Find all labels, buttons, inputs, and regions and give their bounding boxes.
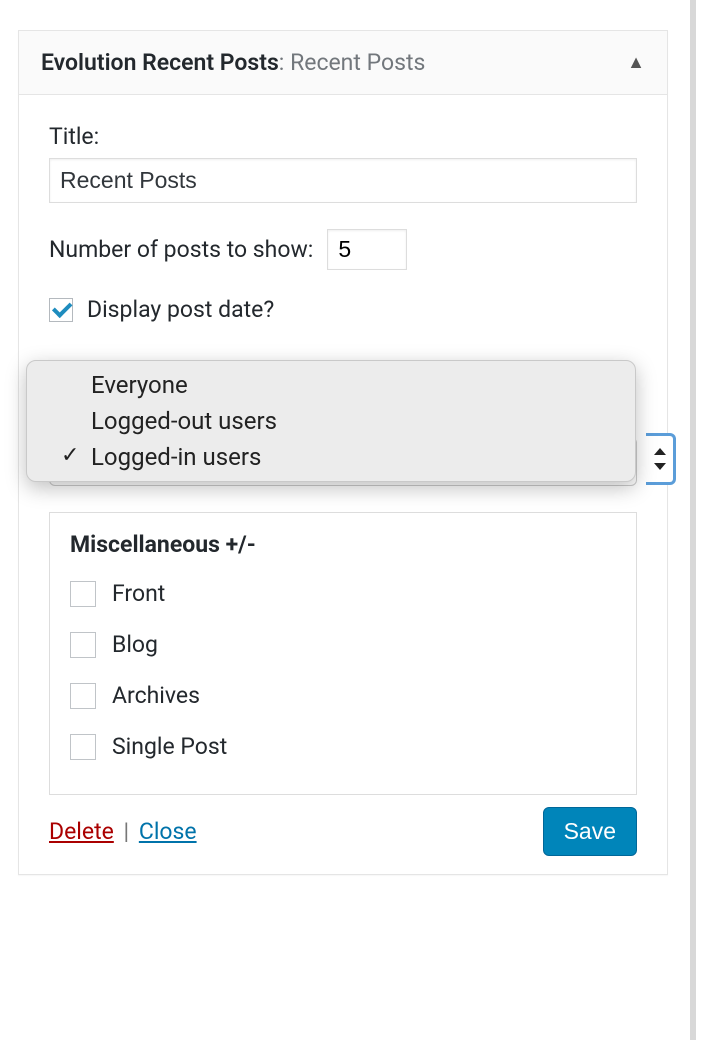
footer-separator: |	[118, 818, 135, 845]
num-posts-row: Number of posts to show:	[49, 229, 637, 270]
misc-item-blog: Blog	[70, 631, 616, 658]
misc-checkbox-single-post[interactable]	[70, 734, 96, 760]
title-label: Title:	[49, 123, 99, 150]
widget-body: Title: Number of posts to show: Display …	[19, 95, 667, 874]
num-posts-input[interactable]	[327, 229, 407, 270]
misc-label-archives: Archives	[112, 682, 200, 709]
visibility-option-logged-out[interactable]: Logged-out users	[27, 403, 635, 439]
display-date-row: Display post date?	[49, 296, 637, 323]
widget-header[interactable]: Evolution Recent Posts: Recent Posts ▲	[19, 31, 667, 95]
misc-checkbox-front[interactable]	[70, 581, 96, 607]
save-button[interactable]: Save	[543, 807, 637, 856]
close-link[interactable]: Close	[139, 818, 197, 845]
select-arrows-icon	[654, 448, 666, 470]
footer-links: Delete | Close	[49, 818, 197, 845]
misc-checkbox-archives[interactable]	[70, 683, 96, 709]
widget-title-line: Evolution Recent Posts: Recent Posts	[41, 49, 425, 76]
title-input[interactable]	[49, 158, 637, 203]
visibility-dropdown: Everyone Logged-out users Logged-in user…	[26, 360, 636, 482]
misc-item-archives: Archives	[70, 682, 616, 709]
widget-name: Evolution Recent Posts	[41, 49, 279, 76]
misc-panel: Miscellaneous +/- Front Blog Archives Si…	[49, 512, 637, 795]
visibility-option-logged-in[interactable]: Logged-in users	[27, 439, 635, 475]
widget-instance-title: Recent Posts	[290, 49, 425, 76]
num-posts-label: Number of posts to show:	[49, 236, 313, 263]
column-divider	[690, 0, 696, 1040]
misc-label-blog: Blog	[112, 631, 158, 658]
display-date-checkbox[interactable]	[49, 298, 73, 322]
misc-item-single-post: Single Post	[70, 733, 616, 760]
visibility-option-everyone[interactable]: Everyone	[27, 367, 635, 403]
misc-item-front: Front	[70, 580, 616, 607]
delete-link[interactable]: Delete	[49, 818, 114, 845]
misc-heading: Miscellaneous +/-	[70, 531, 616, 558]
collapse-up-icon[interactable]: ▲	[627, 52, 645, 73]
visibility-select-focus-edge	[646, 433, 676, 485]
misc-label-front: Front	[112, 580, 165, 607]
display-date-label: Display post date?	[87, 296, 274, 323]
misc-checkbox-blog[interactable]	[70, 632, 96, 658]
widget-title-separator: :	[279, 49, 290, 76]
misc-label-single-post: Single Post	[112, 733, 227, 760]
widget-footer: Delete | Close Save	[49, 807, 637, 856]
